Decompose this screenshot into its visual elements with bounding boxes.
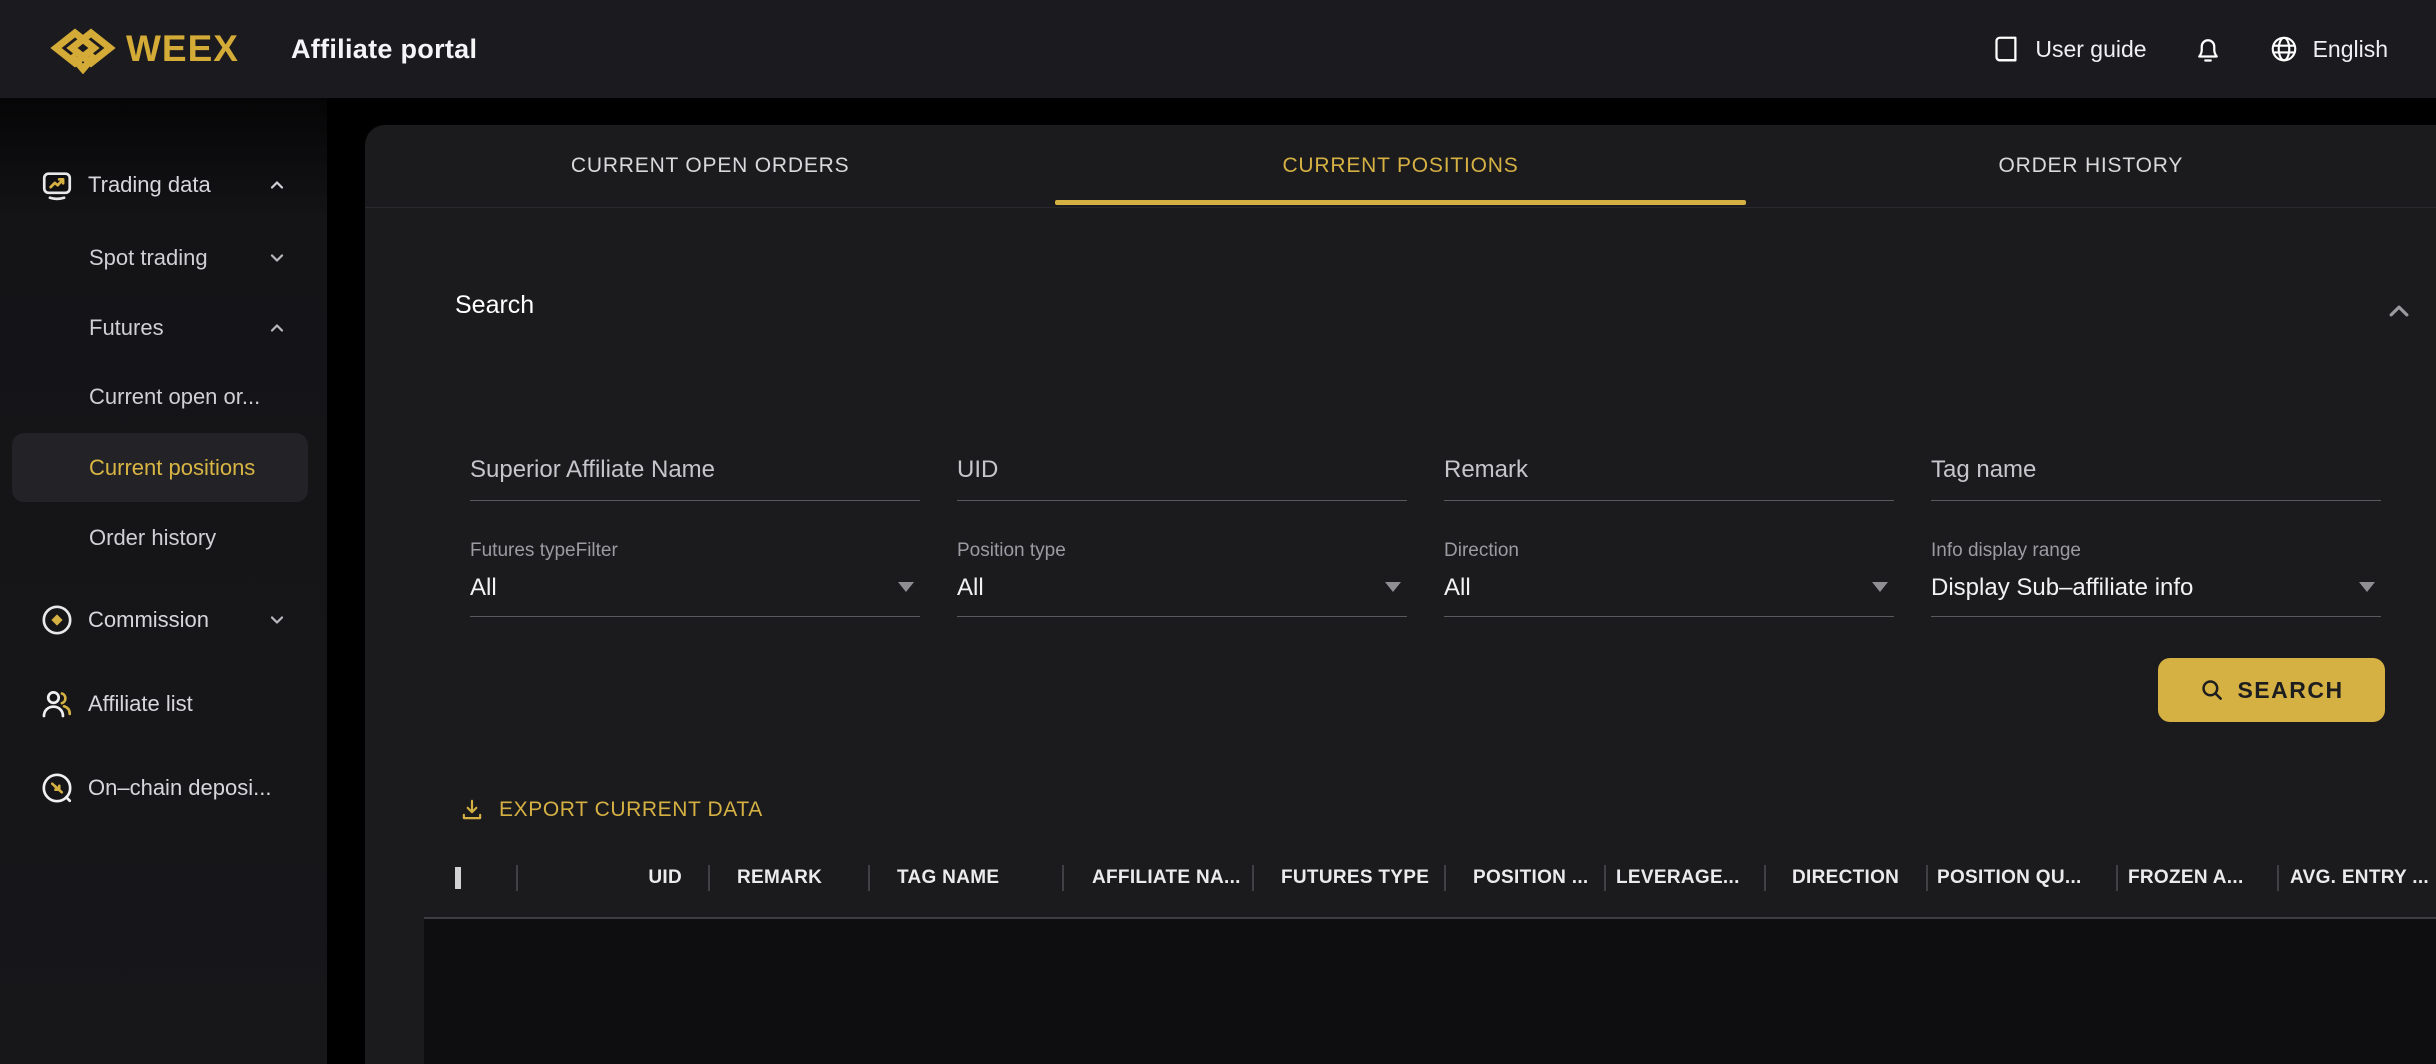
page-title: Affiliate portal xyxy=(291,34,477,65)
sidebar-item-order-history[interactable]: Order history xyxy=(0,515,327,561)
column-header-position: POSITION ... xyxy=(1446,867,1604,889)
sidebar: Trading data Spot trading Futures Curren… xyxy=(0,98,327,1064)
export-current-data-button[interactable]: EXPORT CURRENT DATA xyxy=(459,797,763,823)
remark-input[interactable] xyxy=(1444,447,1894,500)
user-guide-label: User guide xyxy=(2035,36,2146,63)
tab-current-positions[interactable]: CURRENT POSITIONS xyxy=(1055,125,1745,207)
sidebar-item-current-open-orders[interactable]: Current open or... xyxy=(0,374,327,420)
chevron-up-icon xyxy=(267,175,287,195)
info-display-range-select[interactable]: Info display range Display Sub–affiliate… xyxy=(1931,540,2381,617)
uid-field xyxy=(957,447,1407,501)
download-icon xyxy=(459,797,485,823)
uid-input[interactable] xyxy=(957,447,1407,500)
main-panel: CURRENT OPEN ORDERS CURRENT POSITIONS OR… xyxy=(365,125,2436,1064)
sidebar-item-futures[interactable]: Futures xyxy=(0,305,327,351)
sidebar-item-commission[interactable]: Commission xyxy=(0,597,327,643)
book-icon xyxy=(1991,34,2021,64)
tab-current-open-orders[interactable]: CURRENT OPEN ORDERS xyxy=(365,125,1055,207)
superior-affiliate-name-field xyxy=(470,447,920,501)
user-guide-button[interactable]: User guide xyxy=(1991,34,2146,64)
active-tab-underline xyxy=(1055,200,1745,205)
chevron-down-icon xyxy=(267,248,287,268)
brand-name: WEEX xyxy=(126,28,239,70)
column-header-remark: REMARK xyxy=(710,867,868,889)
globe-icon xyxy=(2269,34,2299,64)
column-header-futures-type: FUTURES TYPE xyxy=(1254,867,1444,889)
on-chain-deposit-icon xyxy=(40,770,76,806)
collapse-search-icon[interactable] xyxy=(2385,297,2413,325)
superior-affiliate-name-input[interactable] xyxy=(470,447,920,500)
language-selector[interactable]: English xyxy=(2269,34,2388,64)
brand[interactable]: WEEX Affiliate portal xyxy=(48,24,477,74)
sidebar-item-spot-trading[interactable]: Spot trading xyxy=(0,235,327,281)
dropdown-caret-icon xyxy=(1872,582,1888,592)
sidebar-item-current-positions[interactable]: Current positions xyxy=(12,433,308,502)
sidebar-item-on-chain-deposit[interactable]: On–chain deposi... xyxy=(0,765,327,811)
column-header-position-quantity: POSITION QU... xyxy=(1928,867,2116,889)
remark-field xyxy=(1444,447,1894,501)
tab-order-history[interactable]: ORDER HISTORY xyxy=(1746,125,2436,207)
tab-bar: CURRENT OPEN ORDERS CURRENT POSITIONS OR… xyxy=(365,125,2436,208)
futures-type-select[interactable]: Futures typeFilter All xyxy=(470,540,920,617)
select-all-cell xyxy=(424,867,516,889)
search-panel-title: Search xyxy=(455,291,534,320)
column-header-uid: UID xyxy=(518,867,708,889)
column-header-direction: DIRECTION xyxy=(1766,867,1926,889)
weex-logo-icon xyxy=(48,24,118,74)
search-icon xyxy=(2199,677,2225,703)
bell-icon xyxy=(2193,34,2223,64)
language-label: English xyxy=(2313,36,2388,63)
direction-select[interactable]: Direction All xyxy=(1444,540,1894,617)
top-header: WEEX Affiliate portal User guide English xyxy=(0,0,2436,98)
search-button[interactable]: SEARCH xyxy=(2158,658,2385,722)
sidebar-item-label: Trading data xyxy=(88,172,211,198)
commission-icon xyxy=(40,602,76,638)
trading-data-icon xyxy=(40,167,76,203)
affiliate-list-icon xyxy=(40,686,76,722)
tag-name-input[interactable] xyxy=(1931,447,2381,500)
export-label: EXPORT CURRENT DATA xyxy=(499,798,763,822)
column-header-frozen-amount: FROZEN A... xyxy=(2118,867,2277,889)
column-header-affiliate-name: AFFILIATE NA... xyxy=(1064,867,1252,889)
sidebar-item-affiliate-list[interactable]: Affiliate list xyxy=(0,681,327,727)
dropdown-caret-icon xyxy=(2359,582,2375,592)
column-header-avg-entry: AVG. ENTRY ... xyxy=(2279,867,2436,889)
select-all-checkbox[interactable] xyxy=(455,867,461,889)
notifications-button[interactable] xyxy=(2193,34,2223,64)
chevron-up-icon xyxy=(267,318,287,338)
tag-name-field xyxy=(1931,447,2381,501)
sidebar-item-trading-data[interactable]: Trading data xyxy=(0,162,327,208)
table-body-empty xyxy=(424,919,2436,1064)
position-type-select[interactable]: Position type All xyxy=(957,540,1407,617)
dropdown-caret-icon xyxy=(1385,582,1401,592)
column-header-tag-name: TAG NAME xyxy=(870,867,1062,889)
dropdown-caret-icon xyxy=(898,582,914,592)
chevron-down-icon xyxy=(267,610,287,630)
column-header-leverage: LEVERAGE... xyxy=(1606,867,1764,889)
table-header-row: UID REMARK TAG NAME AFFILIATE NA... FUTU… xyxy=(424,850,2436,906)
